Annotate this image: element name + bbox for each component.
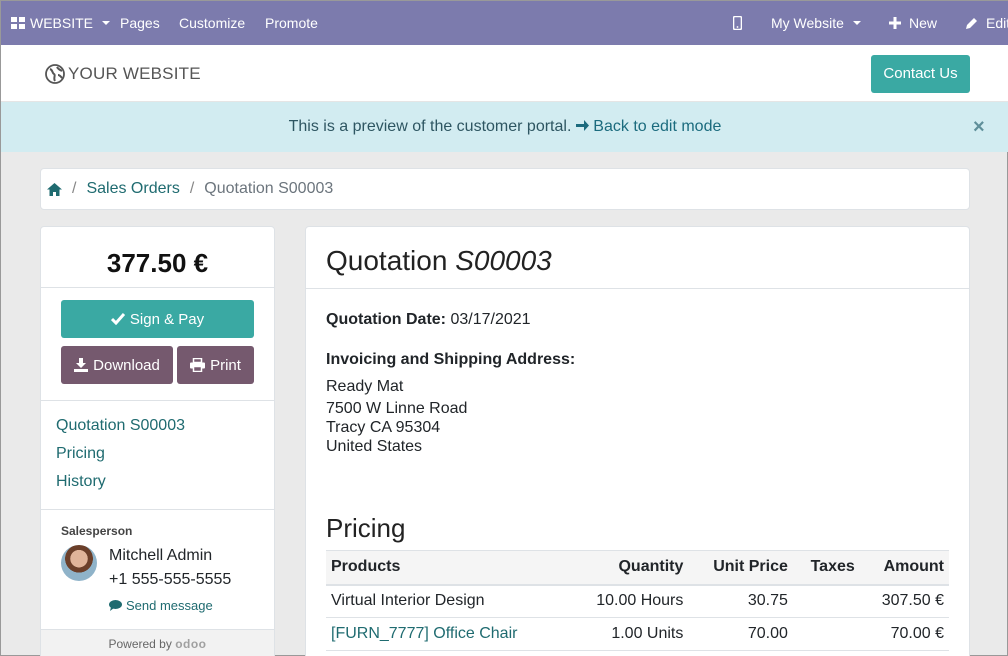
unit-price-cell: 30.75	[688, 584, 793, 618]
website-top-bar: WEBSITE Pages Customize Promote My Websi…	[1, 1, 1008, 45]
divider	[306, 288, 969, 289]
nav-link-history[interactable]: History	[56, 473, 106, 491]
my-website-menu[interactable]: My Website	[771, 1, 861, 45]
chevron-down-icon	[102, 21, 111, 25]
powered-by: Powered by odoo	[41, 629, 274, 656]
edit-button[interactable]: Edit	[965, 1, 1008, 45]
breadcrumb: / Sales Orders / Quotation S00003	[40, 168, 970, 210]
print-button[interactable]: Print	[177, 346, 254, 384]
divider	[41, 509, 274, 510]
back-to-edit-label: Back to edit mode	[593, 118, 722, 135]
preview-alert-message: This is a preview of the customer portal…	[1, 118, 1008, 136]
quotation-date-value: 03/17/2021	[450, 311, 531, 328]
quotation-title: Quotation S00003	[326, 245, 552, 277]
site-logo-text: YOUR WEBSITE	[68, 64, 201, 83]
total-amount: 377.50 €	[41, 227, 274, 288]
pages-menu[interactable]: Pages	[120, 1, 160, 45]
preview-alert-text: This is a preview of the customer portal…	[288, 118, 572, 135]
sign-and-pay-label: Sign & Pay	[129, 310, 205, 328]
home-icon[interactable]	[47, 182, 62, 196]
breadcrumb-separator: /	[189, 180, 195, 197]
avatar	[61, 545, 97, 581]
column-header: Unit Price	[688, 550, 793, 586]
unit-price-cell: 70.00	[688, 617, 793, 651]
amount-cell: 70.00 €	[859, 617, 949, 651]
mobile-icon	[733, 16, 742, 30]
send-message-link[interactable]: Send message	[109, 598, 213, 613]
taxes-cell	[792, 584, 860, 618]
breadcrumb-sales-orders[interactable]: Sales Orders	[86, 180, 179, 198]
address-heading: Invoicing and Shipping Address:	[326, 351, 576, 368]
salesperson-name: Mitchell Admin	[109, 547, 213, 564]
address-line: 7500 W Linne Road	[326, 400, 468, 417]
odoo-logo[interactable]: odoo	[175, 637, 206, 651]
quotation-number: S00003	[455, 245, 552, 276]
column-header: Products	[326, 550, 569, 586]
download-label: Download	[93, 356, 160, 374]
quantity-cell: 10.00 Hours	[568, 584, 689, 618]
table-row: Virtual Interior Design 10.00 Hours 30.7…	[326, 584, 949, 618]
printer-icon	[190, 358, 206, 372]
salesperson-phone: +1 555-555-5555	[109, 571, 232, 588]
check-icon	[110, 313, 125, 325]
column-header: Amount	[859, 550, 949, 586]
nav-link-pricing[interactable]: Pricing	[56, 445, 105, 463]
chat-bubble-icon	[109, 600, 122, 611]
close-alert-button[interactable]: ×	[973, 116, 985, 139]
table-header-row: Products Quantity Unit Price Taxes Amoun…	[326, 550, 949, 586]
divider	[41, 400, 274, 401]
site-logo[interactable]: YOUR WEBSITE	[45, 64, 201, 84]
pricing-table: Products Quantity Unit Price Taxes Amoun…	[326, 550, 949, 651]
mobile-preview-button[interactable]	[733, 1, 742, 45]
print-label: Print	[210, 356, 241, 374]
globe-icon	[45, 64, 65, 84]
product-name: Virtual Interior Design	[326, 584, 569, 618]
quotation-panel: Quotation S00003 Quotation Date: 03/17/2…	[305, 226, 970, 656]
download-button[interactable]: Download	[61, 346, 173, 384]
quantity-cell: 1.00 Units	[568, 617, 689, 651]
column-header: Quantity	[568, 550, 689, 586]
back-to-edit-link[interactable]: Back to edit mode	[575, 118, 722, 135]
breadcrumb-separator: /	[72, 180, 77, 197]
table-row: [FURN_7777] Office Chair 1.00 Units 70.0…	[326, 617, 949, 651]
quote-sidebar: 377.50 € Sign & Pay Download Print Quota…	[40, 226, 275, 656]
product-link[interactable]: [FURN_7777] Office Chair	[326, 617, 569, 651]
address-line: United States	[326, 438, 423, 455]
download-icon	[74, 358, 89, 372]
arrow-right-icon	[575, 120, 589, 131]
new-label: New	[909, 15, 938, 31]
quotation-date: Quotation Date: 03/17/2021	[326, 311, 531, 329]
site-header: YOUR WEBSITE Contact Us	[1, 45, 1008, 102]
sign-and-pay-button[interactable]: Sign & Pay	[61, 300, 254, 338]
website-menu-label: WEBSITE	[30, 15, 94, 31]
salesperson-label: Salesperson	[61, 524, 133, 538]
edit-label: Edit	[986, 15, 1008, 31]
taxes-cell	[792, 617, 860, 651]
pricing-heading: Pricing	[326, 513, 406, 543]
send-message-label: Send message	[126, 598, 213, 613]
pencil-icon	[966, 17, 977, 29]
address-line: Ready Mat	[326, 378, 404, 395]
quotation-title-prefix: Quotation	[326, 245, 448, 276]
plus-icon	[889, 17, 901, 29]
nav-link-quotation[interactable]: Quotation S00003	[56, 417, 185, 435]
new-button[interactable]: New	[889, 1, 937, 45]
amount-cell: 307.50 €	[859, 584, 949, 618]
quotation-date-label: Quotation Date:	[326, 311, 446, 328]
preview-alert: This is a preview of the customer portal…	[1, 102, 1008, 152]
contact-us-button[interactable]: Contact Us	[871, 55, 970, 93]
chevron-down-icon	[852, 21, 861, 25]
address-line: Tracy CA 95304	[326, 419, 441, 436]
column-header: Taxes	[792, 550, 860, 586]
powered-by-text: Powered by	[108, 637, 172, 651]
apps-grid-icon	[11, 17, 25, 29]
website-menu[interactable]: WEBSITE	[11, 1, 111, 45]
breadcrumb-current: Quotation S00003	[204, 180, 334, 197]
promote-menu[interactable]: Promote	[265, 1, 318, 45]
customize-menu[interactable]: Customize	[179, 1, 245, 45]
my-website-label: My Website	[771, 15, 844, 31]
